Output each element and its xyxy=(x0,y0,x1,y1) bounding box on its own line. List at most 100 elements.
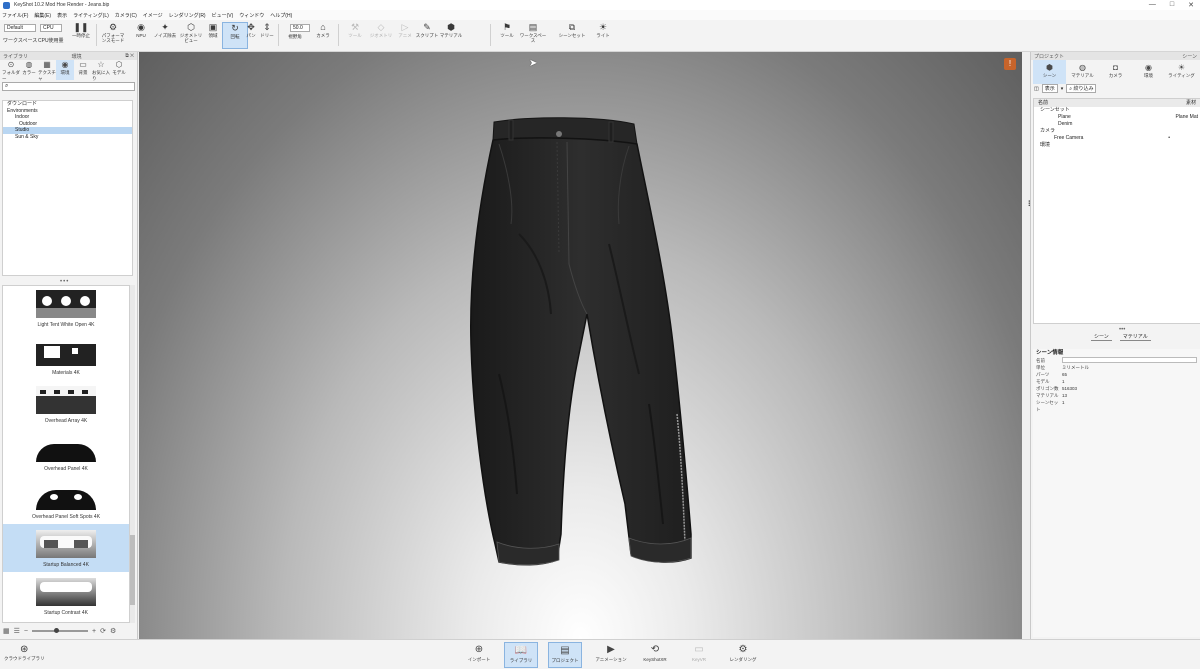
thumbnail-size-slider[interactable] xyxy=(32,628,88,633)
import-button[interactable]: ⊕ インポート xyxy=(462,642,496,668)
scene-tool-icon[interactable]: ◫ xyxy=(1034,86,1039,92)
menu-camera[interactable]: カメラ(C) xyxy=(115,12,137,19)
fov-button[interactable]: 視野角 xyxy=(282,34,308,49)
thumbnail-item[interactable]: Overhead Panel Soft Spots 4K xyxy=(3,476,129,524)
menu-edit[interactable]: 編集(E) xyxy=(34,12,51,19)
slider-knob[interactable] xyxy=(54,628,59,633)
fov-input[interactable]: 50.0 xyxy=(290,24,310,32)
thumbnail-item[interactable]: Startup Balanced 4K xyxy=(3,524,129,572)
light-manager-button[interactable]: ☀ ライト xyxy=(588,22,618,49)
filter-icon[interactable]: ▾ xyxy=(1061,86,1064,92)
window-title: KeyShot 10.2 Mod Hoe Render - Jeans.bip xyxy=(14,2,110,8)
menu-window[interactable]: ウィンドウ xyxy=(239,12,264,19)
workspace-select[interactable]: Default xyxy=(4,24,36,32)
keyshotxr-button[interactable]: ⟲ KeyShotXR xyxy=(638,642,672,668)
list-view-icon[interactable]: ☰ xyxy=(14,627,20,635)
thumbnail-item[interactable]: Materials 4K xyxy=(3,332,129,380)
thumbnail-item[interactable]: Overhead Panel 4K xyxy=(3,428,129,476)
menu-render[interactable]: レンダリング(R) xyxy=(169,12,206,19)
scene-name-input[interactable] xyxy=(1062,357,1197,363)
camera-button[interactable]: ⌂ カメラ xyxy=(310,22,336,49)
close-button[interactable]: ✕ xyxy=(1188,1,1194,9)
material-button[interactable]: ⬢ マテリアル xyxy=(438,22,464,49)
library-search-input[interactable]: ⌕ xyxy=(2,82,135,91)
scene-row-sceneset[interactable]: シーンセット xyxy=(1034,107,1200,114)
refresh-icon[interactable]: ⟳ xyxy=(100,627,106,635)
pause-button[interactable]: ❚❚ 一時停止 xyxy=(68,22,94,49)
tab-folders[interactable]: ⊙ フォルダー xyxy=(2,60,20,81)
warning-icon[interactable]: ! xyxy=(1004,58,1016,70)
denim-pants-model[interactable] xyxy=(459,114,739,574)
thumbnail-item[interactable]: Startup Contrast 4K xyxy=(3,572,129,620)
menu-file[interactable]: ファイル(F) xyxy=(2,12,28,19)
tab-lighting[interactable]: ☀ ライティング xyxy=(1165,60,1198,84)
zoom-out-icon[interactable]: − xyxy=(24,628,28,635)
menu-lighting[interactable]: ライティング(L) xyxy=(73,12,109,19)
grid-view-icon[interactable]: ▦ xyxy=(3,627,10,635)
thumbnail-item[interactable]: Light Tent White Open 4K xyxy=(3,286,129,332)
tab-material-properties[interactable]: マテリアル xyxy=(1119,333,1151,341)
scene-view-select[interactable]: 表示 xyxy=(1041,84,1058,93)
minimize-button[interactable]: — xyxy=(1149,1,1156,9)
denoise-button[interactable]: ✦ ノイズ除去 xyxy=(152,22,178,49)
zoom-in-icon[interactable]: + xyxy=(92,628,96,635)
prop-name: 名前 xyxy=(1033,357,1200,364)
performance-mode-button[interactable]: ⚙ パフォーマンスモード xyxy=(100,22,126,49)
menu-image[interactable]: イメージ xyxy=(143,12,163,19)
cloud-library-button[interactable]: ⊛ クラウドライブラリ xyxy=(4,644,45,662)
tab-textures[interactable]: ▦ テクスチャ xyxy=(38,60,56,81)
animation-button-bottom[interactable]: ▶ アニメーション xyxy=(594,642,628,668)
geometry-view-icon: ⬡ xyxy=(187,22,195,32)
script-icon: ✎ xyxy=(423,22,431,32)
tool-button[interactable]: ⚑ ツール xyxy=(494,22,520,49)
thumbnail-item[interactable]: Overhead Array 4K xyxy=(3,380,129,428)
sceneset-button[interactable]: ⧉ シーンセット xyxy=(554,22,590,49)
maximize-button[interactable]: □ xyxy=(1170,1,1174,9)
project-tabs: ⬢ シーン ◍ マテリアル ◘ カメラ ◉ 環境 ☀ ライティング xyxy=(1031,60,1200,84)
project-button[interactable]: ▤ プロジェクト xyxy=(548,642,582,668)
menu-view[interactable]: ビュー(V) xyxy=(212,12,234,19)
tab-material[interactable]: ◍ マテリアル xyxy=(1066,60,1099,84)
tab-colors[interactable]: ◍ カラー xyxy=(20,60,38,80)
tools-button[interactable]: ⚒ ツール xyxy=(342,22,368,49)
menu-environment[interactable]: 表示 xyxy=(57,12,67,19)
keyvr-button[interactable]: ▭ KeyVR xyxy=(682,642,716,668)
keyvr-icon: ▭ xyxy=(694,644,704,655)
tab-camera[interactable]: ◘ カメラ xyxy=(1099,60,1132,84)
library-button[interactable]: 📖 ライブラリ xyxy=(504,642,538,668)
tab-environments[interactable]: ◉ 環境 xyxy=(56,60,74,80)
cpu-select[interactable]: CPU xyxy=(40,24,62,32)
tab-models[interactable]: ⬡ モデル xyxy=(110,60,128,80)
animation-icon: ▷ xyxy=(401,22,409,32)
dolly-button[interactable]: ⇕ ドリー xyxy=(254,22,280,49)
scene-search-input[interactable]: ⌕ 絞り込み xyxy=(1066,84,1097,93)
menu-help[interactable]: ヘルプ(H) xyxy=(270,12,292,19)
thumbnails-scrollbar[interactable] xyxy=(130,285,135,623)
render-button[interactable]: ⚙ レンダリング xyxy=(726,642,760,668)
keyshotxr-icon: ⟲ xyxy=(650,644,660,655)
render-viewport[interactable]: ! ➤ xyxy=(139,52,1022,639)
scene-row-plane[interactable]: Plane Plane Mat xyxy=(1034,114,1200,121)
geometry-button[interactable]: ◇ ジオメトリ xyxy=(368,22,394,49)
bottom-ribbon: ⊛ クラウドライブラリ ⊕ インポート 📖 ライブラリ ▤ プロジェクト ▶ アニメーシ… xyxy=(0,639,1200,669)
scrollbar-thumb[interactable] xyxy=(130,535,135,605)
tab-backgrounds[interactable]: ▭ 背景 xyxy=(74,60,92,80)
tree-item-sun-sky[interactable]: Sun & Sky xyxy=(3,134,132,141)
thumbnail-caption: Startup Contrast 4K xyxy=(44,610,88,616)
scene-row-free-camera[interactable]: Free Camera • xyxy=(1034,135,1200,142)
toolbar-separator xyxy=(338,24,339,46)
tab-environment[interactable]: ◉ 環境 xyxy=(1132,60,1165,84)
npu-button[interactable]: ◉ NPU xyxy=(128,22,154,49)
scene-row-environment[interactable]: 環境 xyxy=(1034,142,1200,149)
workspace-toggle-button[interactable]: ▤ ワークスペース xyxy=(518,22,548,49)
material-ball-icon: ◍ xyxy=(1079,63,1086,72)
tab-favorites[interactable]: ☆ お気に入り xyxy=(92,60,110,81)
settings-icon[interactable]: ⚙ xyxy=(110,627,116,635)
scene-row-cameras[interactable]: カメラ xyxy=(1034,128,1200,135)
panel-close-icon[interactable]: ⧉ ✕ xyxy=(125,53,134,59)
script-button[interactable]: ✎ スクリプト xyxy=(414,22,440,49)
tab-scene[interactable]: ⬢ シーン xyxy=(1033,60,1066,84)
environment-thumbnails: Light Tent White Open 4K Materials 4K Ov… xyxy=(2,285,130,623)
scene-row-denim[interactable]: Denim xyxy=(1034,121,1200,128)
tab-scene-properties[interactable]: シーン xyxy=(1091,333,1112,341)
